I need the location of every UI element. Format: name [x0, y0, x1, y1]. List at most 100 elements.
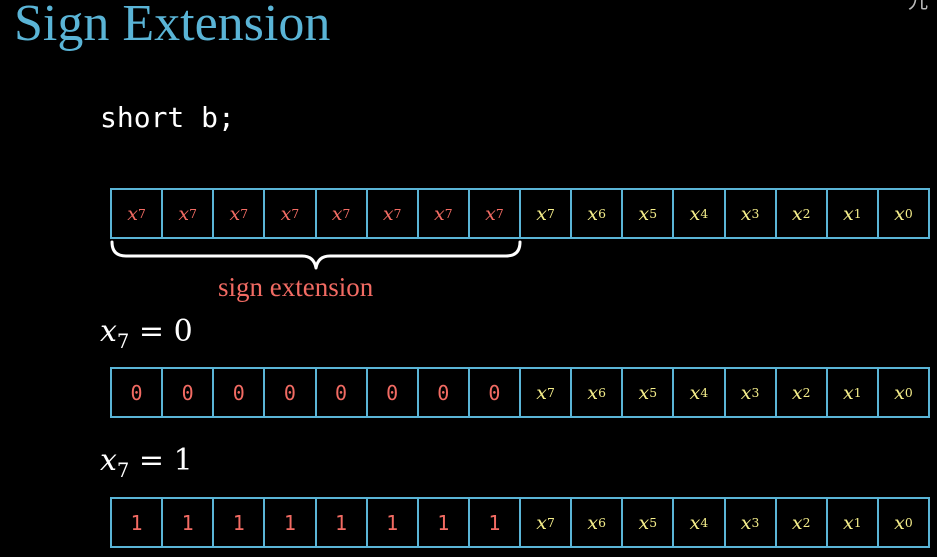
- bit-row-x7-one: 11111111x7x6x5x4x3x2x1x0: [110, 497, 930, 548]
- original-bit-cell: x7: [521, 190, 573, 237]
- bit-var: x: [689, 381, 701, 404]
- condition-rhs: = 0: [138, 314, 193, 349]
- bit-var: x: [843, 202, 854, 225]
- condition-var: x: [100, 443, 117, 478]
- bit-var: x: [536, 511, 547, 534]
- extension-bit-cell: x7: [265, 190, 317, 237]
- bit-digit: 0: [232, 380, 245, 405]
- bit-var: x: [740, 381, 752, 404]
- bit-index: 7: [240, 206, 249, 221]
- condition-sub: 7: [116, 330, 130, 353]
- extension-bit-cell: x7: [419, 190, 470, 237]
- original-bit-cell: x7: [521, 499, 573, 546]
- original-bit-cell: x6: [572, 499, 624, 546]
- bit-digit: 1: [386, 510, 399, 535]
- bit-row-general: x7x7x7x7x7x7x7x7x7x6x5x4x3x2x1x0: [110, 188, 930, 239]
- condition-x7-equals-1: x7 = 1: [100, 442, 193, 490]
- condition-x7-equals-0: x7 = 0: [100, 313, 193, 361]
- extension-bit-cell: 1: [470, 499, 521, 546]
- extension-bit-cell: x7: [163, 190, 215, 237]
- original-bit-cell: x4: [674, 369, 726, 416]
- condition-sub: 7: [116, 459, 130, 482]
- original-bit-cell: x2: [777, 499, 828, 546]
- bit-digit: 0: [130, 380, 143, 405]
- bit-digit: 0: [283, 380, 296, 405]
- bit-digit: 1: [232, 510, 245, 535]
- original-bit-cell: x3: [726, 369, 777, 416]
- original-bit-cell: x1: [828, 499, 879, 546]
- condition-var: x: [100, 314, 117, 349]
- extension-bit-cell: 0: [317, 369, 368, 416]
- extension-bit-cell: 0: [163, 369, 215, 416]
- bit-var: x: [843, 511, 854, 534]
- bit-var: x: [587, 381, 599, 404]
- bit-var: x: [638, 511, 650, 534]
- extension-bit-cell: 0: [419, 369, 470, 416]
- original-bit-cell: x5: [623, 499, 675, 546]
- bit-digit: 0: [386, 380, 399, 405]
- bit-index: 0: [904, 206, 913, 221]
- bit-index: 1: [853, 515, 862, 530]
- bit-var: x: [331, 202, 343, 225]
- bit-var: x: [485, 202, 496, 225]
- bit-var: x: [894, 381, 905, 404]
- code-declaration: short b;: [100, 101, 235, 134]
- original-bit-cell: x0: [879, 369, 928, 416]
- extension-bit-cell: 0: [112, 369, 164, 416]
- bit-index: 6: [598, 515, 606, 530]
- extension-bit-cell: 1: [214, 499, 266, 546]
- bit-var: x: [843, 381, 854, 404]
- extension-bit-cell: x7: [214, 190, 266, 237]
- bit-index: 7: [137, 206, 146, 221]
- bit-var: x: [689, 202, 701, 225]
- bit-row-x7-zero: 00000000x7x6x5x4x3x2x1x0: [110, 367, 930, 418]
- bit-var: x: [587, 202, 599, 225]
- bit-index: 2: [802, 206, 811, 221]
- bit-digit: 0: [488, 380, 501, 405]
- bit-index: 4: [700, 385, 709, 400]
- bit-digit: 1: [283, 510, 296, 535]
- sign-extension-label: sign extension: [218, 272, 374, 302]
- bit-var: x: [740, 202, 752, 225]
- sign-extension-brace: [110, 240, 522, 270]
- extension-bit-cell: 1: [368, 499, 419, 546]
- bit-index: 0: [904, 385, 913, 400]
- bit-var: x: [791, 202, 803, 225]
- bit-index: 7: [495, 206, 504, 221]
- condition-rhs: = 1: [138, 443, 193, 478]
- bit-digit: 1: [335, 510, 348, 535]
- bit-var: x: [894, 202, 905, 225]
- bit-index: 7: [546, 206, 555, 221]
- extension-bit-cell: 0: [470, 369, 521, 416]
- bit-var: x: [434, 202, 445, 225]
- bit-index: 5: [649, 515, 658, 530]
- extension-bit-cell: x7: [317, 190, 368, 237]
- original-bit-cell: x1: [828, 369, 879, 416]
- bit-var: x: [689, 511, 701, 534]
- slide-title: Sign Extension: [14, 0, 331, 52]
- bit-digit: 1: [488, 510, 501, 535]
- original-bit-cell: x0: [879, 499, 928, 546]
- original-bit-cell: x4: [674, 190, 726, 237]
- corner-text: 九: [908, 0, 928, 13]
- brace-path: [110, 240, 522, 270]
- bit-digit: 1: [181, 510, 194, 535]
- bit-index: 2: [802, 515, 811, 530]
- bit-var: x: [791, 511, 803, 534]
- bit-index: 0: [904, 515, 913, 530]
- original-bit-cell: x3: [726, 499, 777, 546]
- bit-index: 4: [700, 515, 709, 530]
- original-bit-cell: x5: [623, 369, 675, 416]
- original-bit-cell: x3: [726, 190, 777, 237]
- bit-index: 4: [700, 206, 709, 221]
- extension-bit-cell: 1: [163, 499, 215, 546]
- bit-var: x: [178, 202, 190, 225]
- bit-index: 7: [546, 515, 555, 530]
- bit-var: x: [740, 511, 752, 534]
- bit-index: 1: [853, 385, 862, 400]
- bit-index: 3: [751, 206, 760, 221]
- bit-index: 7: [189, 206, 197, 221]
- bit-index: 3: [751, 515, 760, 530]
- bit-index: 7: [393, 206, 402, 221]
- original-bit-cell: x5: [623, 190, 675, 237]
